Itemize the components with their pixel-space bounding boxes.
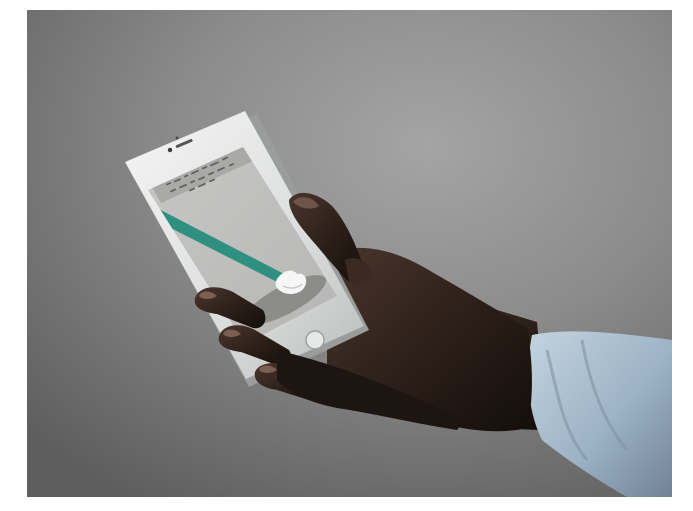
photo [27,10,672,497]
sensor-dot [175,136,179,140]
front-camera-icon [167,147,173,153]
home-button[interactable] [305,330,325,350]
